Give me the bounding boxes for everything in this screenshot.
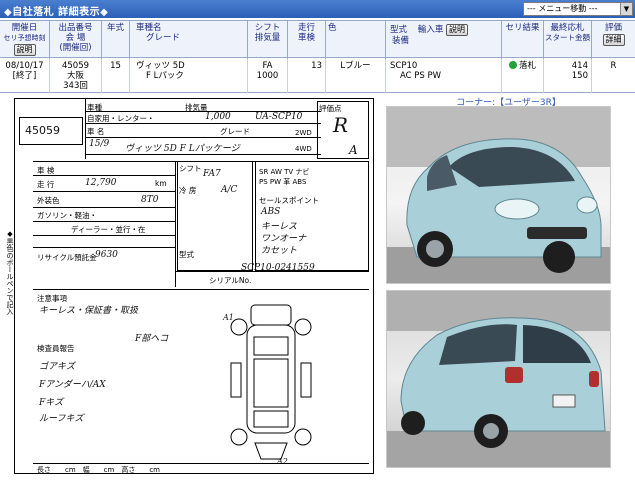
header-type: 型式 輸入車 説明 装備: [386, 21, 502, 59]
page-title: ◆自社落札 詳細表示◆: [4, 7, 109, 18]
chevron-down-icon[interactable]: ▼: [620, 3, 632, 15]
rear-right-tire: [294, 428, 312, 446]
equipment-value: AC PS PW: [400, 71, 442, 81]
result-dot-icon: [508, 61, 517, 69]
header-mileage: 走行 車検: [288, 21, 326, 59]
menu-select-value: --- メニュー移動 ---: [527, 4, 598, 13]
right-door-outline: [300, 362, 312, 398]
sheet-mileage: 12,790: [85, 178, 117, 188]
rating-value: R: [610, 61, 617, 71]
header-shift: シフト 排気量: [248, 21, 288, 59]
shift-value: FA: [262, 61, 273, 71]
front-right-tire: [294, 318, 312, 336]
color-value: Lブルー: [326, 59, 386, 93]
auction-status: [終了]: [12, 71, 37, 81]
windshield-outline: [253, 336, 289, 356]
rear-left-tire: [230, 428, 248, 446]
grade-name: F Lパック: [146, 71, 184, 81]
left-door-outline: [230, 362, 242, 398]
roof-outline: [253, 358, 289, 408]
header-model: 車種名 グレード: [130, 21, 248, 59]
header-result: セリ結果: [502, 21, 544, 59]
header-price: 最終応札 スタート金額: [544, 21, 592, 59]
header-lot: 出品番号会 場 (開催回): [50, 21, 102, 59]
venue: 大阪: [66, 71, 84, 81]
header-date: 開催日 セリ予想時刻 説明: [0, 21, 50, 59]
sheet-lot: 45059: [25, 124, 60, 137]
session: 343回: [63, 81, 88, 91]
vehicle-photo-front[interactable]: [386, 106, 611, 284]
title-bar: ◆自社落札 詳細表示◆ --- メニュー移動 --- ▼: [0, 0, 635, 18]
mileage-value: 13: [311, 61, 322, 71]
table-header: 開催日 セリ予想時刻 説明 出品番号会 場 (開催回) 年式 車種名 グレード シフト…: [0, 20, 635, 59]
auction-sheet[interactable]: 45059 車種 自家用・レンター・ 排気量 1,000 UA-SCP10 車 …: [14, 98, 374, 474]
rear-glass-outline: [253, 410, 289, 428]
car-rear-image: [387, 291, 610, 467]
header-rating: 評価 詳細: [592, 21, 635, 59]
vehicle-photo-rear[interactable]: [386, 290, 611, 468]
start-price: 150: [571, 71, 588, 81]
hood-outline: [250, 304, 292, 326]
result-value: 落札: [502, 59, 544, 93]
displacement-value: 1000: [256, 71, 279, 81]
lot-number: 45059: [61, 61, 90, 71]
header-year: 年式: [102, 21, 130, 59]
date-help-button[interactable]: 説明: [13, 44, 36, 56]
rating-detail-button[interactable]: 詳細: [602, 34, 625, 46]
type-help-button[interactable]: 説明: [446, 24, 469, 36]
menu-select[interactable]: --- メニュー移動 --- ▼: [523, 2, 633, 16]
auction-date: 08/10/17: [5, 61, 44, 71]
table-row: 08/10/17 [終了] 45059 大阪 343回 15 ヴィッツ 5D F…: [0, 59, 635, 93]
model-year: 15: [102, 59, 130, 93]
model-name: ヴィッツ 5D: [136, 61, 185, 71]
header-color: 色: [326, 21, 386, 59]
final-bid: 414: [571, 61, 588, 71]
damage-diagram: [230, 304, 312, 460]
type-value: SCP10: [390, 61, 418, 71]
sheet-side-note: ◆黒色のボールペンで記入: [6, 230, 14, 315]
car-front-image: [387, 107, 610, 283]
